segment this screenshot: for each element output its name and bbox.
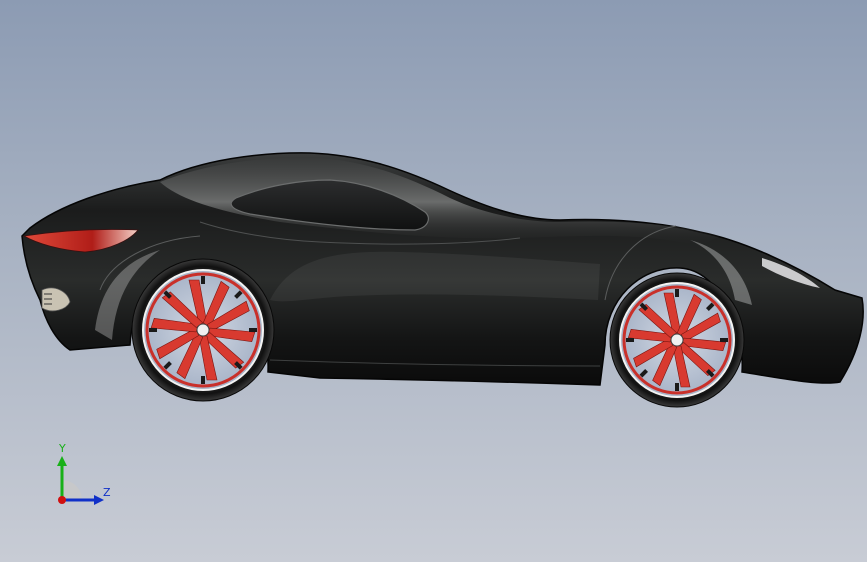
z-axis-label: Z [103, 486, 111, 499]
front-wheel-hub [670, 333, 684, 347]
car-model-view[interactable] [0, 0, 867, 562]
graphics-viewport[interactable]: Y Z [0, 0, 867, 562]
y-axis-label: Y [59, 442, 66, 455]
x-axis-icon [58, 496, 66, 504]
rear-wheel-hub [196, 323, 210, 337]
rear-wheel [131, 258, 275, 402]
triad-plane-icon [62, 480, 82, 500]
coordinate-triad[interactable]: Y Z [48, 440, 118, 510]
front-wheel [609, 272, 745, 408]
